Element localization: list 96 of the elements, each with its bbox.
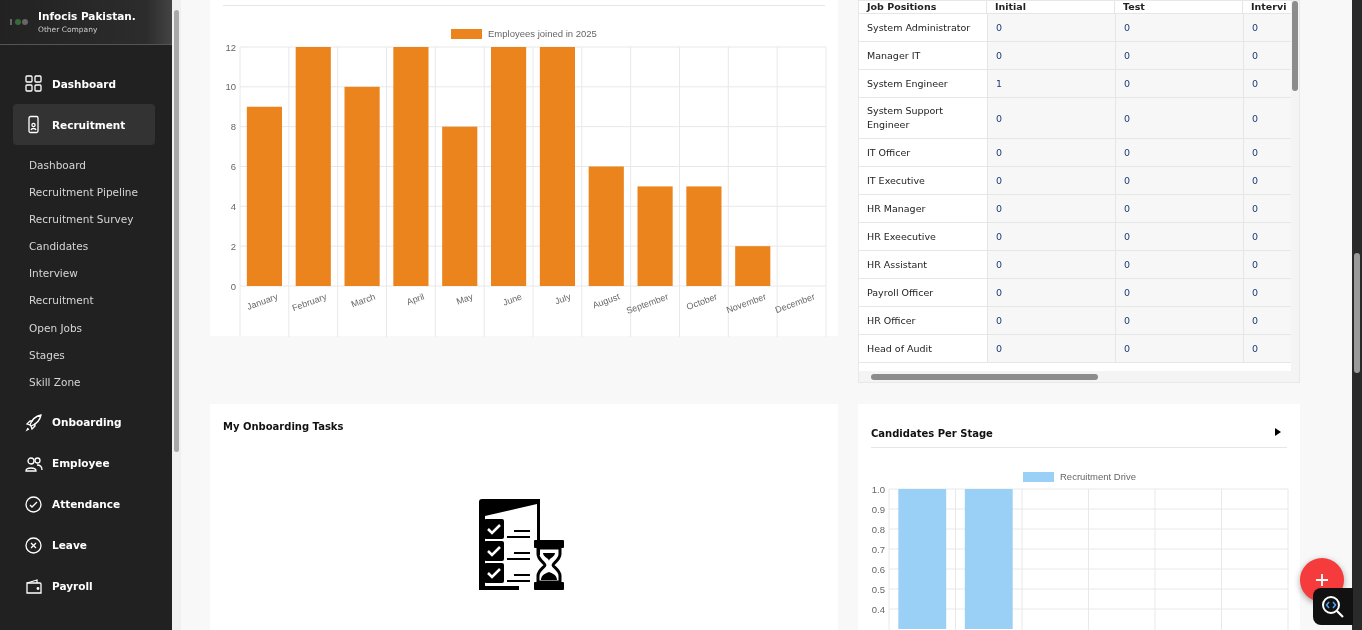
bar xyxy=(735,246,771,286)
rocket-icon xyxy=(24,412,43,432)
axis-label: 10 xyxy=(225,81,236,93)
table-cell: 0 xyxy=(1115,139,1243,166)
column-header: Job Positions xyxy=(859,1,987,13)
table-cell: 0 xyxy=(1243,14,1291,41)
sidebar-item[interactable]: Leave xyxy=(13,524,155,566)
table-cell: 0 xyxy=(1115,98,1243,138)
scrollbar[interactable] xyxy=(859,371,1299,382)
table-cell: 0 xyxy=(1115,335,1243,362)
table-cell: 0 xyxy=(1243,195,1291,222)
sidebar-subitem[interactable]: Dashboard xyxy=(29,152,155,180)
sidebar-item[interactable]: Dashboard xyxy=(13,63,155,104)
table-cell: 0 xyxy=(987,42,1115,69)
table-cell: 0 xyxy=(987,223,1115,250)
card-title: Candidates Per Stage xyxy=(871,428,993,439)
table-cell: 0 xyxy=(987,279,1115,306)
column-header: Test xyxy=(1115,1,1243,13)
sidebar-subitem[interactable]: Stages xyxy=(29,341,155,369)
table-cell: 0 xyxy=(1243,167,1291,194)
axis-label: 2 xyxy=(230,240,236,252)
table-cell: 0 xyxy=(1115,70,1243,97)
sidebar-subitem[interactable]: Candidates xyxy=(29,233,155,261)
table-cell: 0 xyxy=(1243,251,1291,278)
close-circle-icon xyxy=(24,535,43,555)
axis-label: 0.6 xyxy=(871,563,885,575)
table-cell: 0 xyxy=(1115,251,1243,278)
sidebar-item[interactable]: Employee xyxy=(13,442,155,484)
axis-label: 0.7 xyxy=(871,543,885,555)
company-name: Infocis Pakistan. xyxy=(38,10,136,22)
table-cell: 0 xyxy=(1115,195,1243,222)
table-cell: 0 xyxy=(1243,42,1291,69)
table-cell: 0 xyxy=(1243,70,1291,97)
sidebar-subitem[interactable]: Recruitment Survey xyxy=(29,206,155,234)
axis-label: 1.0 xyxy=(871,483,885,495)
table-cell: 0 xyxy=(1115,42,1243,69)
sidebar-subitem[interactable]: Interview xyxy=(29,260,155,288)
sidebar-item[interactable]: Payroll xyxy=(13,565,155,607)
table-cell: 0 xyxy=(987,251,1115,278)
sidebar-subitem[interactable]: Open Jobs xyxy=(29,314,155,342)
table-cell: 0 xyxy=(987,167,1115,194)
axis-label: June xyxy=(501,291,524,308)
table-cell: 0 xyxy=(1243,98,1291,138)
axis-label: 0.4 xyxy=(871,603,885,615)
table-cell: 0 xyxy=(987,14,1115,41)
table-cell: 0 xyxy=(1243,139,1291,166)
legend-label: Recruitment Drive xyxy=(1060,471,1137,482)
axis-label: 4 xyxy=(230,200,236,212)
table-cell: 0 xyxy=(987,307,1115,334)
axis-label: July xyxy=(553,291,573,307)
axis-label: 12 xyxy=(225,41,236,53)
table-cell: 0 xyxy=(987,98,1115,138)
logo-icon xyxy=(10,18,30,26)
axis-label: 0.9 xyxy=(871,503,885,515)
table-cell: 0 xyxy=(1115,14,1243,41)
table-cell: 0 xyxy=(1243,307,1291,334)
grid-icon xyxy=(24,74,43,93)
axis-label: April xyxy=(405,291,426,308)
sidebar-subitem[interactable]: Recruitment Pipeline xyxy=(29,179,155,207)
axis-label: 0 xyxy=(230,280,236,292)
axis-label: 0.5 xyxy=(871,583,885,595)
wallet-icon xyxy=(24,576,43,596)
table-cell: 0 xyxy=(1115,279,1243,306)
table-cell: 0 xyxy=(987,335,1115,362)
sidebar-item[interactable]: Recruitment xyxy=(13,104,155,145)
legend: Recruitment Drive xyxy=(1023,471,1137,482)
table-cell: 0 xyxy=(1243,279,1291,306)
table-cell: 0 xyxy=(987,139,1115,166)
plus-icon xyxy=(1315,573,1329,587)
table-cell: 0 xyxy=(1243,335,1291,362)
sidebar-subitem[interactable]: Skill Zone xyxy=(29,368,155,396)
legend-label: Employees joined in 2025 xyxy=(488,28,597,39)
axis-label: 6 xyxy=(230,161,236,172)
check-circle-icon xyxy=(24,494,43,514)
scrollbar[interactable] xyxy=(172,0,181,630)
table-cell: 0 xyxy=(1115,167,1243,194)
axis-label: 0.8 xyxy=(871,523,885,535)
legend: Employees joined in 2025 xyxy=(451,28,597,39)
inspect-button[interactable] xyxy=(1313,588,1353,625)
sidebar-subitem[interactable]: Recruitment xyxy=(29,287,155,315)
sidebar-item[interactable]: Onboarding xyxy=(13,401,155,443)
table-cell: 1 xyxy=(987,70,1115,97)
table-cell: 0 xyxy=(1243,223,1291,250)
axis-label: March xyxy=(349,291,377,310)
search-code-icon xyxy=(1320,593,1346,620)
column-header: Initial xyxy=(987,1,1115,13)
axis-label: May xyxy=(455,291,475,307)
table-cell: 0 xyxy=(987,195,1115,222)
card-title: My Onboarding Tasks xyxy=(222,420,345,432)
caret-icon[interactable] xyxy=(1275,427,1281,436)
axis-label: August xyxy=(591,291,621,311)
table-cell: 0 xyxy=(1115,307,1243,334)
sidebar-item[interactable]: Attendance xyxy=(13,483,155,525)
table-cell: 0 xyxy=(1115,223,1243,250)
scrollbar[interactable] xyxy=(1352,0,1362,630)
axis-label: 8 xyxy=(230,121,236,133)
